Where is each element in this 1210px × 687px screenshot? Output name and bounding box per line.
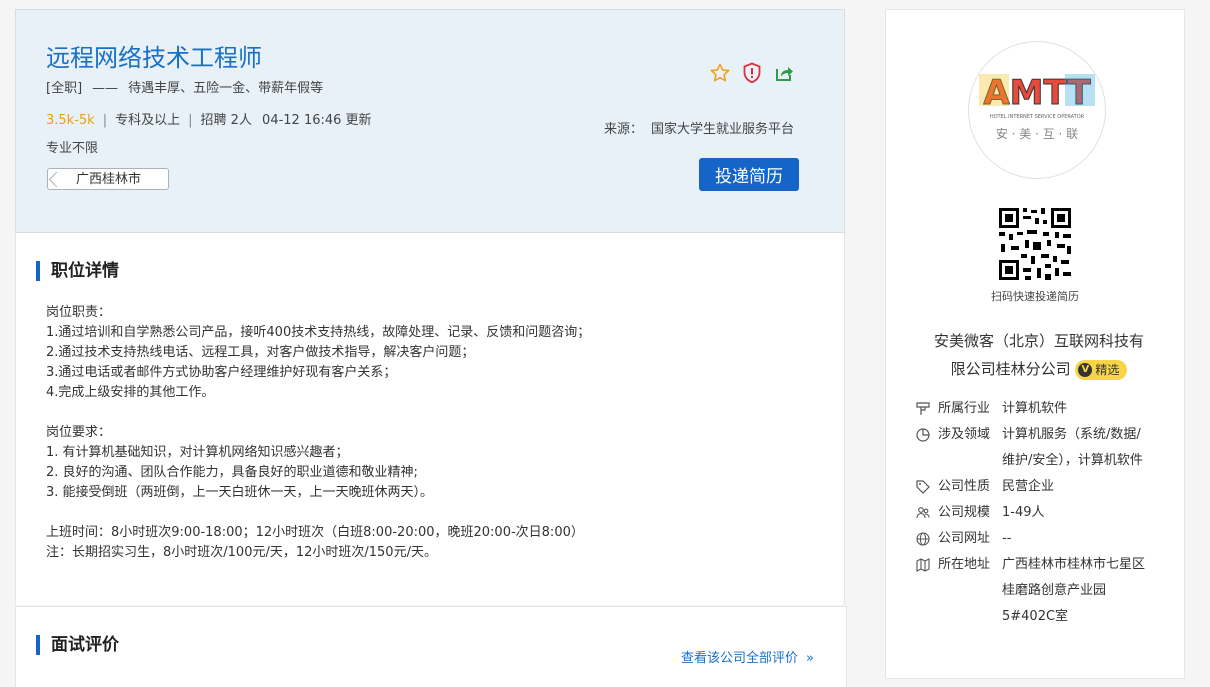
job-meta: 3.5k-5k | 专科及以上 | 招聘 2人 04-12 16:46 更新 bbox=[46, 113, 372, 128]
info-label: 公司性质 bbox=[938, 479, 991, 494]
desc-line: 1. 有计算机基础知识，对计算机网络知识感兴趣者； bbox=[46, 445, 349, 460]
interview-review-section: 面试评价 查看该公司全部评价» bbox=[15, 606, 847, 687]
shield-report-icon[interactable] bbox=[741, 62, 763, 84]
info-row-scale: 公司规模 1-49人 bbox=[914, 500, 1174, 526]
apply-resume-button[interactable]: 投递简历 bbox=[699, 158, 799, 191]
star-icon[interactable] bbox=[709, 62, 731, 84]
desc-spacer bbox=[46, 503, 590, 523]
desc-line: 岗位职责： bbox=[46, 305, 112, 320]
source-label: 来源： bbox=[603, 122, 643, 137]
featured-badge-label: 精选 bbox=[1095, 362, 1120, 377]
info-label: 所属行业 bbox=[938, 401, 991, 416]
job-updated-time: 04-12 16:46 更新 bbox=[262, 113, 372, 128]
job-type-dash: —— bbox=[92, 81, 119, 96]
info-label: 公司网址 bbox=[938, 531, 991, 546]
company-name[interactable]: 安美微客（北京）互联网科技有 限公司桂林分公司 V 精选 bbox=[914, 327, 1164, 383]
job-detail-section: 职位详情 岗位职责： 1.通过培训和自学熟悉公司产品，接听400技术支持热线，故… bbox=[15, 233, 845, 605]
job-type: [全职] bbox=[46, 81, 83, 96]
desc-line: 2.通过技术支持热线电话、远程工具，对客户做技术指导，解决客户问题； bbox=[46, 345, 475, 360]
info-row-address: 所在地址 广西桂林市桂林市七星区桂磨路创意产业园5#402C室 bbox=[914, 552, 1174, 630]
info-value: 计算机服务（系统/数据/维护/安全），计算机软件 bbox=[1002, 427, 1143, 468]
job-benefits: 待遇丰厚、五险一金、带薪年假等 bbox=[128, 81, 324, 96]
company-logo: AMTT HOTEL INTERNET SERVICE OPERATOR 安 ·… bbox=[968, 41, 1106, 179]
company-name-line2: 限公司桂林分公司 V 精选 bbox=[914, 355, 1164, 383]
info-value: 民营企业 bbox=[1002, 479, 1055, 494]
info-row-website: 公司网址 -- bbox=[914, 526, 1174, 552]
job-title: 远程网络技术工程师 bbox=[46, 44, 262, 72]
company-name-line2-text: 限公司桂林分公司 bbox=[950, 360, 1071, 378]
info-row-industry: 所属行业 计算机软件 bbox=[914, 396, 1174, 422]
job-source: 来源： 国家大学生就业服务平台 bbox=[604, 118, 794, 137]
v-icon: V bbox=[1078, 363, 1093, 377]
qr-label: 扫码快速投递简历 bbox=[991, 290, 1079, 303]
desc-line: 4.完成上级安排的其他工作。 bbox=[46, 385, 215, 400]
desc-line: 注：长期招实习生，8小时班次/100元/天，12小时班次/150元/天。 bbox=[46, 545, 437, 560]
qr-code bbox=[997, 206, 1073, 282]
desc-line: 2. 良好的沟通、团队合作能力，具备良好的职业道德和敬业精神; bbox=[46, 465, 418, 480]
featured-badge: V 精选 bbox=[1075, 359, 1128, 380]
source-value: 国家大学生就业服务平台 bbox=[650, 122, 794, 137]
desc-line: 上班时间：8小时班次9:00-18:00；12小时班次（白班8:00-20:00… bbox=[46, 525, 584, 540]
logo-cn-text: 安 · 美 · 互 · 联 bbox=[996, 126, 1078, 141]
job-salary: 3.5k-5k bbox=[46, 113, 95, 128]
info-value: 1-49人 bbox=[1002, 505, 1045, 520]
globe-icon bbox=[914, 526, 932, 552]
desc-line: 1.通过培训和自学熟悉公司产品，接听400技术支持热线，故障处理、记录、反馈和问… bbox=[46, 325, 591, 340]
desc-line: 3.通过电话或者邮件方式协助客户经理维护好现有客户关系； bbox=[46, 365, 397, 380]
info-row-nature: 公司性质 民营企业 bbox=[914, 474, 1174, 500]
domain-pie-icon bbox=[914, 422, 932, 448]
all-reviews-link[interactable]: 查看该公司全部评价» bbox=[681, 647, 814, 666]
info-label: 涉及领域 bbox=[938, 427, 991, 442]
info-value: -- bbox=[1002, 531, 1012, 546]
industry-icon bbox=[914, 396, 932, 422]
share-icon[interactable] bbox=[773, 62, 795, 84]
job-header-card: 远程网络技术工程师 [全职] —— 待遇丰厚、五险一金、带薪年假等 3.5k-5k |… bbox=[15, 9, 845, 233]
job-education: 专科及以上 bbox=[115, 113, 181, 128]
company-sidebar: AMTT HOTEL INTERNET SERVICE OPERATOR 安 ·… bbox=[885, 9, 1185, 679]
job-type-line: [全职] —— 待遇丰厚、五险一金、带薪年假等 bbox=[46, 77, 323, 96]
info-value: 广西桂林市桂林市七星区桂磨路创意产业园5#402C室 bbox=[1002, 557, 1146, 624]
desc-line: 岗位要求： bbox=[46, 425, 112, 440]
job-recruit-count: 招聘 2人 bbox=[200, 113, 252, 128]
job-detail-title: 职位详情 bbox=[36, 261, 119, 281]
job-description: 岗位职责： 1.通过培训和自学熟悉公司产品，接听400技术支持热线，故障处理、记… bbox=[46, 303, 590, 563]
info-label: 公司规模 bbox=[938, 505, 991, 520]
logo-subtext: HOTEL INTERNET SERVICE OPERATOR bbox=[990, 114, 1085, 120]
job-column: 远程网络技术工程师 [全职] —— 待遇丰厚、五险一金、带薪年假等 3.5k-5k |… bbox=[15, 9, 847, 687]
job-major: 专业不限 bbox=[46, 141, 99, 156]
location-tag[interactable]: 广西桂林市 bbox=[47, 168, 169, 190]
job-action-icons bbox=[709, 62, 795, 84]
map-icon bbox=[914, 552, 932, 578]
company-info-list: 所属行业 计算机软件 涉及领域 计算机服务（系统/数据/维护/安全），计算机软件… bbox=[914, 396, 1174, 630]
info-label: 所在地址 bbox=[938, 557, 991, 572]
desc-spacer bbox=[46, 403, 590, 423]
company-name-line1: 安美微客（北京）互联网科技有 bbox=[933, 332, 1144, 350]
info-row-domain: 涉及领域 计算机服务（系统/数据/维护/安全），计算机软件 bbox=[914, 422, 1174, 474]
desc-line: 3. 能接受倒班（两班倒，上一天白班休一天，上一天晚班休两天）。 bbox=[46, 485, 434, 500]
review-title: 面试评价 bbox=[36, 635, 119, 655]
people-icon bbox=[914, 500, 932, 526]
tag-icon bbox=[914, 474, 932, 500]
info-value: 计算机软件 bbox=[1002, 401, 1068, 416]
